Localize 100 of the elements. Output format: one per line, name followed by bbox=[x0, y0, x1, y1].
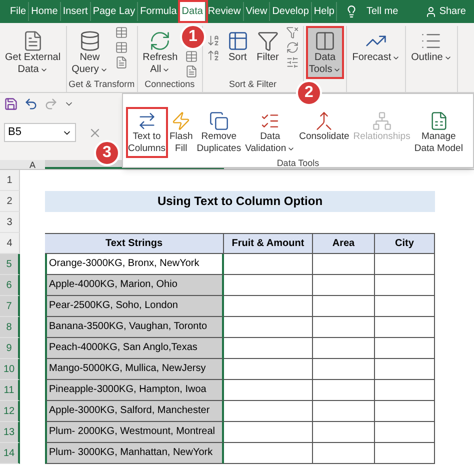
ribbon-tab[interactable]: Page Lay bbox=[90, 2, 138, 21]
undo-icon[interactable] bbox=[24, 97, 38, 111]
table-cell bbox=[375, 443, 435, 464]
ribbon-button[interactable]: Forecast bbox=[349, 26, 404, 67]
table-cell bbox=[375, 401, 435, 422]
share-link[interactable]: Share bbox=[439, 4, 466, 19]
ribbon-button[interactable]: Consolidate bbox=[297, 107, 352, 146]
ribbon-tab[interactable]: View bbox=[244, 2, 270, 21]
small-tool-icon[interactable] bbox=[286, 26, 299, 39]
table-cell: Apple-4000KG, Marion, Ohio bbox=[45, 275, 224, 296]
ribbon-button[interactable]: Remove Duplicates bbox=[194, 107, 244, 158]
ribbon-tab[interactable]: Insert bbox=[60, 2, 91, 21]
panel-label: Data Tools bbox=[276, 158, 320, 169]
small-tool-icon[interactable] bbox=[286, 41, 299, 54]
column-heading: Fruit & Amount bbox=[224, 233, 313, 254]
table-cell: Peach-4000KG, San Anglo,Texas bbox=[45, 338, 224, 359]
network-icon bbox=[372, 111, 392, 131]
lightbulb-icon bbox=[345, 5, 358, 18]
row-header[interactable]: 11 bbox=[0, 380, 20, 401]
ribbon-button[interactable]: Sort bbox=[224, 26, 252, 67]
table-cell: Orange-3000KG, Bronx, NewYork bbox=[45, 254, 224, 275]
table-cell bbox=[313, 443, 375, 464]
ribbon-tab[interactable]: Review bbox=[206, 2, 244, 21]
redo-icon[interactable] bbox=[44, 97, 58, 111]
table-cell: Apple-3000KG, Salford, Manchester bbox=[45, 401, 224, 422]
table-cell: Pineapple-3000KG, Hampton, Iwoa bbox=[45, 380, 224, 401]
tell-me-field[interactable]: Tell me bbox=[366, 4, 398, 19]
row-header[interactable]: 8 bbox=[0, 317, 20, 338]
sheet-title: Using Text to Column Option bbox=[45, 191, 435, 212]
column-header[interactable]: A bbox=[20, 160, 45, 169]
row-header[interactable]: 10 bbox=[0, 359, 20, 380]
table-cell: Banana-3500KG, Vaughan, Toronto bbox=[45, 317, 224, 338]
table-cell bbox=[313, 317, 375, 338]
table-cell bbox=[375, 380, 435, 401]
table-cell bbox=[375, 296, 435, 317]
caret-icon bbox=[162, 66, 170, 74]
row-header[interactable]: 5 bbox=[0, 254, 20, 275]
ribbon-button[interactable]: Text to Columns bbox=[126, 107, 168, 158]
table-cell bbox=[313, 296, 375, 317]
small-tool-icon[interactable] bbox=[184, 50, 198, 63]
row-header[interactable]: 6 bbox=[0, 275, 20, 296]
cell-reference: B5 bbox=[8, 125, 22, 140]
ribbon-tab[interactable]: Develop bbox=[270, 2, 312, 21]
group-label: Connections bbox=[144, 78, 196, 90]
ribbon-button[interactable]: Data Tools bbox=[306, 26, 344, 79]
row-header[interactable]: 2 bbox=[0, 191, 20, 212]
ribbon-button[interactable]: New Query bbox=[68, 26, 111, 79]
small-tool-icon[interactable] bbox=[114, 26, 128, 39]
table-cell bbox=[313, 422, 375, 443]
row-header[interactable]: 7 bbox=[0, 296, 20, 317]
merge-icon bbox=[314, 111, 334, 131]
table-cell bbox=[375, 359, 435, 380]
ribbon-button[interactable]: Flash Fill bbox=[168, 107, 195, 158]
duplicate-icon bbox=[208, 111, 229, 131]
group-label: Sort & Filter bbox=[228, 78, 278, 90]
column-heading: Area bbox=[313, 233, 375, 254]
row-header[interactable]: 1 bbox=[0, 170, 20, 191]
table-cell bbox=[313, 254, 375, 275]
row-header[interactable]: 4 bbox=[0, 233, 20, 254]
small-tool-icon[interactable] bbox=[114, 56, 128, 69]
table-cell bbox=[313, 338, 375, 359]
ribbon-button[interactable]: Refresh All bbox=[140, 26, 181, 79]
small-tool-icon[interactable] bbox=[286, 56, 299, 69]
group-label: Get & Transform bbox=[68, 78, 135, 90]
columns-icon bbox=[314, 30, 336, 52]
small-tool-icon[interactable] bbox=[184, 65, 198, 78]
table-cell bbox=[375, 275, 435, 296]
ribbon-button[interactable]: Filter bbox=[254, 26, 282, 67]
ribbon-tab[interactable]: Home bbox=[29, 2, 61, 21]
caret-icon bbox=[40, 66, 48, 74]
split-icon bbox=[136, 111, 157, 131]
name-box[interactable]: B5 bbox=[4, 123, 76, 142]
small-tool-icon[interactable] bbox=[206, 34, 220, 47]
row-header[interactable]: 13 bbox=[0, 422, 20, 443]
caret-icon bbox=[287, 145, 296, 153]
ribbon-button[interactable]: Manage Data Model bbox=[412, 107, 465, 158]
ribbon-tab[interactable]: File bbox=[8, 2, 30, 21]
table-cell bbox=[313, 359, 375, 380]
row-header[interactable]: 14 bbox=[0, 443, 20, 464]
caret-icon bbox=[444, 54, 452, 62]
row-header[interactable]: 3 bbox=[0, 212, 20, 233]
table-cell bbox=[375, 317, 435, 338]
row-header[interactable]: 9 bbox=[0, 338, 20, 359]
table-cell bbox=[375, 338, 435, 359]
table-cell bbox=[313, 275, 375, 296]
ribbon-button[interactable]: Outline bbox=[408, 26, 455, 67]
table-cell bbox=[375, 422, 435, 443]
table-cell bbox=[375, 254, 435, 275]
ribbon-button[interactable]: Get External Data bbox=[2, 26, 64, 79]
column-heading: Text Strings bbox=[45, 233, 224, 254]
small-tool-icon[interactable] bbox=[206, 49, 220, 62]
small-tool-icon[interactable] bbox=[114, 41, 128, 54]
table-cell: Plum- 3000KG, Manhattan, NewYork bbox=[45, 443, 224, 464]
ribbon-tab[interactable]: Data bbox=[180, 2, 206, 21]
table-cell: Plum- 2000KG, Westmount, Montreal bbox=[45, 422, 224, 443]
save-icon[interactable] bbox=[4, 97, 18, 111]
ribbon-button[interactable]: Data Validation bbox=[243, 107, 298, 158]
row-header[interactable]: 12 bbox=[0, 401, 20, 422]
caret-icon bbox=[100, 66, 108, 74]
ribbon-tab[interactable]: Help bbox=[312, 2, 338, 21]
